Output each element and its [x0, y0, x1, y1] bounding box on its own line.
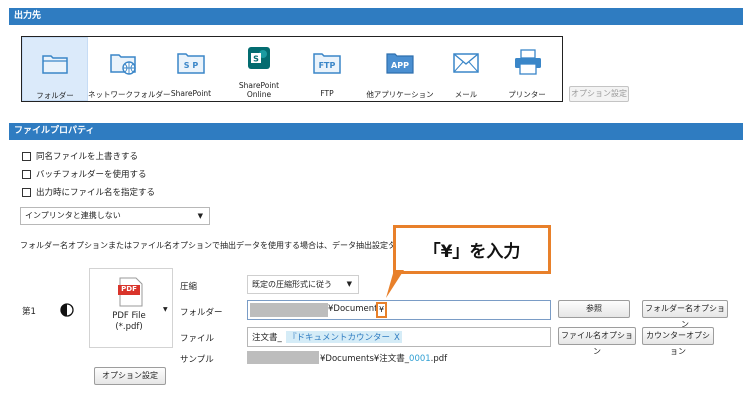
- output-option-label: SharePoint Online: [238, 81, 280, 99]
- folder-label: フォルダー: [180, 308, 223, 318]
- output-option-label: プリンター: [508, 90, 546, 99]
- checkbox-box[interactable]: [22, 170, 31, 179]
- sample-extension: .pdf: [430, 354, 448, 364]
- redacted-sample-path: [247, 351, 319, 364]
- file-format-label: PDF File (*.pdf): [112, 311, 146, 332]
- sample-label: サンプル: [180, 355, 214, 365]
- overwrite-checkbox[interactable]: 同名ファイルを上書きする: [22, 150, 138, 162]
- redacted-path: [250, 303, 328, 317]
- checkbox-label: 同名ファイルを上書きする: [36, 152, 139, 162]
- folder-icon: [42, 55, 68, 74]
- checkbox-label: 出力時にファイル名を指定する: [36, 188, 156, 198]
- folder-input[interactable]: ¥Document ¥: [247, 300, 551, 320]
- output-option-printer[interactable]: プリンター: [492, 37, 562, 101]
- sample-text: ¥Documents¥注文書_0001.pdf: [320, 352, 447, 364]
- sample-text-prefix: ¥Documents¥注文書_: [320, 354, 410, 364]
- output-option-label: SharePoint: [170, 89, 212, 98]
- chevron-down-icon: ▼: [197, 212, 203, 220]
- pdf-icon-text: PDF: [121, 285, 137, 293]
- sharepoint-online-icon: S: [248, 47, 270, 69]
- output-option-label: ネットワークフォルダー: [88, 90, 171, 99]
- format-option-settings-button[interactable]: オプション設定: [94, 367, 166, 385]
- app-icon-text: APP: [391, 61, 409, 70]
- compression-select-value: 既定の圧縮形式に従う: [252, 280, 332, 289]
- output-option-label: メール: [454, 90, 478, 99]
- output-option-label: 他アプリケーション: [366, 90, 434, 99]
- counter-option-button[interactable]: カウンターオプション: [642, 327, 714, 356]
- filename-input[interactable]: 注文書_ 『ドキュメントカウンター X: [247, 327, 551, 347]
- output-option-other-application[interactable]: APP 他アプリケーション: [360, 37, 440, 101]
- mail-icon: [453, 53, 479, 73]
- file-format-selector[interactable]: PDF PDF File (*.pdf) ▼: [89, 268, 173, 348]
- chevron-down-icon: ▼: [163, 306, 168, 313]
- sample-counter: 0001: [409, 354, 431, 364]
- output-option-mail[interactable]: メール: [440, 37, 492, 101]
- row-label: 第1: [22, 307, 36, 317]
- output-option-ftp[interactable]: FTP FTP: [294, 37, 360, 101]
- output-option-sharepoint-online[interactable]: S SharePoint Online: [224, 37, 294, 101]
- output-option-label: フォルダー: [36, 91, 74, 100]
- svg-text:S: S: [253, 55, 259, 64]
- sample-path: ¥Documents¥注文書_0001.pdf: [247, 351, 547, 365]
- half-circle-icon: [60, 303, 74, 317]
- printer-icon: [515, 49, 541, 75]
- output-option-folder[interactable]: フォルダー: [22, 37, 88, 101]
- network-folder-icon: [110, 54, 136, 75]
- file-name-option-button[interactable]: ファイル名オプション: [558, 327, 636, 356]
- checkbox-box[interactable]: [22, 188, 31, 197]
- checkbox-box[interactable]: [22, 152, 31, 161]
- callout-arrow: [386, 270, 404, 298]
- batch-folder-checkbox[interactable]: バッチフォルダーを使用する: [22, 168, 147, 180]
- imprinter-select-value: インプリンタと連携しない: [25, 211, 121, 220]
- file-property-section-header: ファイルプロパティ: [9, 123, 743, 140]
- callout-text: 「¥」を入力: [423, 242, 521, 262]
- document-counter-token[interactable]: 『ドキュメントカウンター X: [286, 331, 402, 343]
- file-label: ファイル: [180, 334, 215, 344]
- folder-name-option-button[interactable]: フォルダー名オプション: [642, 300, 728, 329]
- input-instruction-callout: 「¥」を入力: [393, 225, 551, 274]
- output-destination-selector: フォルダー ネットワークフォルダー S P SharePoint S Share…: [21, 36, 563, 102]
- specify-filename-checkbox[interactable]: 出力時にファイル名を指定する: [22, 186, 155, 198]
- filename-prefix: 注文書_: [252, 333, 282, 343]
- chevron-down-icon: ▼: [346, 280, 352, 288]
- output-option-sharepoint[interactable]: S P SharePoint: [158, 37, 224, 101]
- folder-input-value: ¥Document: [328, 304, 378, 314]
- output-option-network-folder[interactable]: ネットワークフォルダー: [88, 37, 171, 101]
- folder-yen-highlight: ¥: [376, 302, 387, 318]
- ftp-icon-text: FTP: [318, 61, 336, 70]
- browse-button[interactable]: 参照: [558, 300, 630, 318]
- imprinter-select[interactable]: インプリンタと連携しない ▼: [20, 207, 210, 225]
- checkbox-label: バッチフォルダーを使用する: [36, 170, 147, 180]
- output-option-label: FTP: [320, 89, 334, 98]
- compression-label: 圧縮: [180, 282, 198, 292]
- sharepoint-icon-text: S P: [183, 61, 199, 70]
- output-section-header: 出力先: [9, 8, 743, 25]
- output-option-settings-button[interactable]: オプション設定: [569, 86, 629, 102]
- token-label: 『ドキュメントカウンター: [288, 333, 391, 343]
- compression-select[interactable]: 既定の圧縮形式に従う ▼: [247, 275, 359, 294]
- extraction-data-note: フォルダー名オプションまたはファイル名オプションで抽出データを使用する場合は、デ…: [20, 241, 420, 250]
- token-remove-icon[interactable]: X: [394, 333, 400, 343]
